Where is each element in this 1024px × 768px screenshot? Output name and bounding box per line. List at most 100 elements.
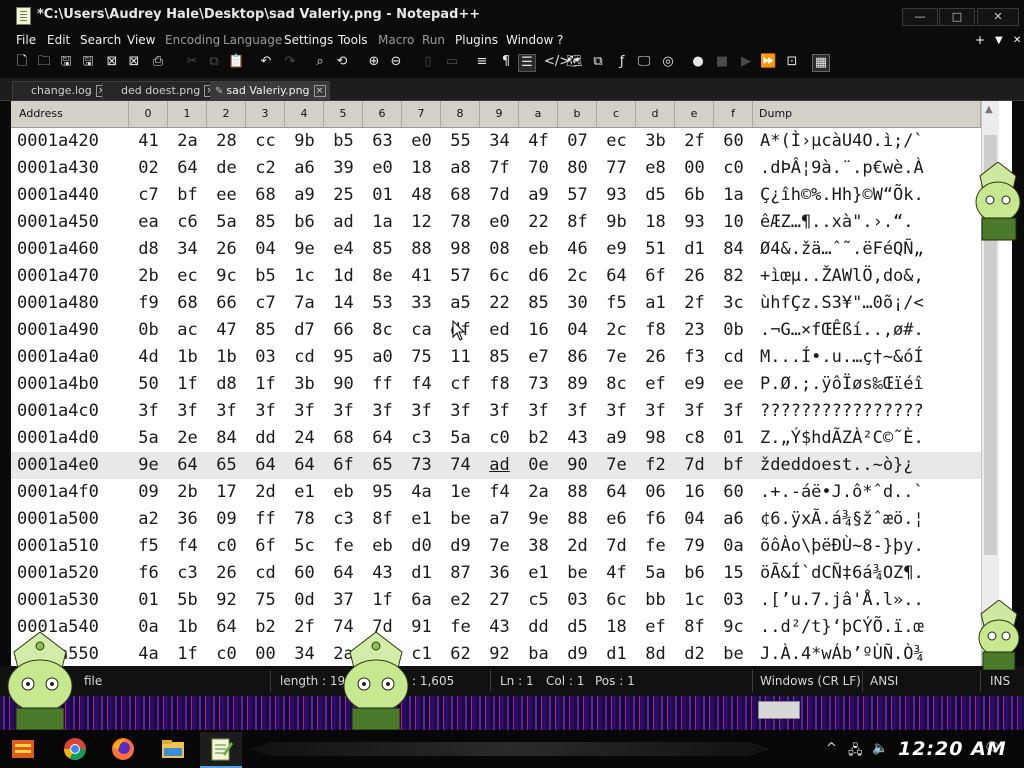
hex-byte-cell[interactable]: 03 <box>246 347 285 367</box>
hex-byte-cell[interactable]: e4 <box>324 239 363 259</box>
hex-byte-cell[interactable]: a8 <box>441 158 480 178</box>
hex-byte-cell[interactable]: 15 <box>714 563 753 583</box>
hex-byte-cell[interactable]: 18 <box>402 158 441 178</box>
zoom-in-icon[interactable]: ⊕ <box>366 54 382 70</box>
hex-byte-cell[interactable]: 39 <box>324 158 363 178</box>
hex-byte-cell[interactable]: 8c <box>597 374 636 394</box>
hex-row[interactable]: 0001a500 a2 36 09 ff 78 c3 8f e1 be a7 9e 88 e6 f6 04 a6… <box>11 506 981 533</box>
start-button-icon[interactable] <box>10 736 36 762</box>
close-doc-icon[interactable]: ⊠ <box>104 54 120 70</box>
hex-byte-cell[interactable]: 3f <box>597 401 636 421</box>
hex-row-dump[interactable]: ždeddoest­..~ò}¿ <box>760 455 914 475</box>
menu-settings[interactable]: Settings <box>284 33 333 47</box>
hex-byte-cell[interactable]: 04 <box>246 239 285 259</box>
hex-byte-cell[interactable]: 3f <box>207 401 246 421</box>
hex-byte-cell[interactable]: 65 <box>207 455 246 475</box>
hex-byte-cell[interactable]: 47 <box>207 320 246 340</box>
hex-byte-cell[interactable]: 01 <box>363 185 402 205</box>
hex-byte-cell[interactable]: 50 <box>129 374 168 394</box>
save-all-icon[interactable]: 🖫 <box>80 54 96 70</box>
hex-byte-cell[interactable]: 11 <box>441 347 480 367</box>
hex-byte-cell[interactable]: 64 <box>324 563 363 583</box>
menu-dropdown-icon[interactable]: ▼ <box>995 35 1003 46</box>
hex-byte-cell[interactable]: cf <box>441 374 480 394</box>
hex-byte-cell[interactable]: 64 <box>246 455 285 475</box>
hex-byte-cell[interactable]: 33 <box>402 293 441 313</box>
hex-byte-cell[interactable]: 1f <box>168 374 207 394</box>
hex-byte-cell[interactable]: 3b <box>636 131 675 151</box>
hex-byte-cell[interactable]: e7 <box>519 347 558 367</box>
hex-byte-cell[interactable]: a7 <box>480 509 519 529</box>
volume-icon[interactable]: 🔈 <box>872 741 888 756</box>
hex-byte-cell[interactable]: 18 <box>597 617 636 637</box>
menu-window[interactable]: Window <box>506 33 553 47</box>
hex-byte-cell[interactable]: a1 <box>636 293 675 313</box>
hex-byte-cell[interactable]: 5c <box>285 536 324 556</box>
hex-byte-cell[interactable]: e0 <box>480 212 519 232</box>
hex-byte-cell[interactable]: 90 <box>324 374 363 394</box>
hex-byte-cell[interactable]: f4 <box>480 482 519 502</box>
hex-row-dump[interactable]: .[’u.7.jâ'Å.l».. <box>760 590 924 610</box>
hex-byte-cell[interactable]: 4a <box>129 644 168 664</box>
hex-byte-cell[interactable]: 1a <box>714 185 753 205</box>
hex-byte-cell[interactable]: dd <box>519 617 558 637</box>
hex-byte-cell[interactable]: 3f <box>441 401 480 421</box>
hex-byte-cell[interactable]: 95 <box>363 482 402 502</box>
hex-row-dump[interactable]: ùhfÇz.S3¥"…0õ¡/< <box>760 293 924 313</box>
hex-byte-cell[interactable]: 60 <box>714 131 753 151</box>
hex-byte-cell[interactable]: ca <box>402 320 441 340</box>
hex-byte-cell[interactable]: 3f <box>246 401 285 421</box>
hex-byte-cell[interactable]: be <box>558 563 597 583</box>
hex-row[interactable]: 0001a4d0 5a 2e 84 dd 24 68 64 c3 5a c0 b2 43 a9 98 c8 01… <box>11 425 981 452</box>
hex-byte-cell[interactable]: fe <box>324 536 363 556</box>
menu-plugins[interactable]: Plugins <box>455 33 498 47</box>
hex-byte-cell[interactable]: e6 <box>597 509 636 529</box>
hex-row[interactable]: 0001a4f0 09 2b 17 2d e1 eb 95 4a 1e f4 2a 88 64 06 16 60… <box>11 479 981 506</box>
hex-byte-cell[interactable]: 34 <box>480 131 519 151</box>
redo-icon[interactable]: ↷ <box>282 54 298 70</box>
hex-row-dump[interactable]: .+.-áë•J.ô*ˆd..` <box>760 482 924 502</box>
zoom-out-icon[interactable]: ⊖ <box>388 54 404 70</box>
hex-byte-cell[interactable]: 14 <box>324 293 363 313</box>
hex-byte-cell[interactable]: 60 <box>714 482 753 502</box>
hex-byte-cell[interactable]: 87 <box>441 563 480 583</box>
indent-guide-icon[interactable]: ☰ <box>518 54 536 72</box>
hex-byte-cell[interactable]: 09 <box>207 509 246 529</box>
hex-byte-cell[interactable]: 8c <box>363 320 402 340</box>
word-wrap-icon[interactable]: ≡ <box>474 54 490 70</box>
hex-byte-cell[interactable]: f2 <box>636 455 675 475</box>
hex-byte-cell[interactable]: b6 <box>285 212 324 232</box>
hex-byte-cell[interactable]: cd <box>285 347 324 367</box>
hex-byte-cell[interactable]: 07 <box>558 131 597 151</box>
hex-byte-cell[interactable]: 09 <box>129 482 168 502</box>
hex-byte-cell[interactable]: f4 <box>168 536 207 556</box>
hex-byte-cell[interactable]: 01 <box>714 428 753 448</box>
hex-byte-cell[interactable]: c7 <box>129 185 168 205</box>
hex-byte-cell[interactable]: e9 <box>675 374 714 394</box>
hex-byte-cell[interactable]: 2c <box>597 320 636 340</box>
print-icon[interactable]: ⎙ <box>150 54 166 70</box>
tab-close-icon[interactable]: × <box>313 85 326 97</box>
hex-byte-cell[interactable]: 0d <box>285 590 324 610</box>
hex-byte-cell[interactable]: 8f <box>675 617 714 637</box>
hex-byte-cell[interactable]: bf <box>168 185 207 205</box>
hex-byte-cell[interactable]: 68 <box>324 428 363 448</box>
hex-byte-cell[interactable]: 4f <box>597 563 636 583</box>
hex-byte-cell[interactable]: 63 <box>363 131 402 151</box>
hex-row-dump[interactable]: ..d²/t}‘þCÝÕ.ï.œ <box>760 617 924 637</box>
hex-byte-cell[interactable]: f6 <box>636 509 675 529</box>
hex-row[interactable]: 0001a480 f9 68 66 c7 7a 14 53 33 a5 22 85 30 f5 a1 2f 3c… <box>11 290 981 317</box>
hex-byte-cell[interactable]: 0e <box>519 455 558 475</box>
hex-byte-cell[interactable]: 3f <box>714 401 753 421</box>
hex-byte-cell[interactable]: 2e <box>168 428 207 448</box>
hex-byte-cell[interactable]: 92 <box>480 644 519 664</box>
notification-icon[interactable]: 🗨 <box>984 741 1001 756</box>
hex-byte-cell[interactable]: d8 <box>207 374 246 394</box>
hex-byte-cell[interactable]: 10 <box>714 212 753 232</box>
hex-byte-cell[interactable]: 43 <box>480 617 519 637</box>
menu-encoding[interactable]: Encoding <box>165 33 220 47</box>
hex-byte-cell[interactable]: 3f <box>285 401 324 421</box>
function-list-icon[interactable]: ƒ <box>614 54 630 70</box>
tray-chevron-icon[interactable]: ^ <box>826 741 837 756</box>
hex-byte-cell[interactable]: eb <box>363 536 402 556</box>
